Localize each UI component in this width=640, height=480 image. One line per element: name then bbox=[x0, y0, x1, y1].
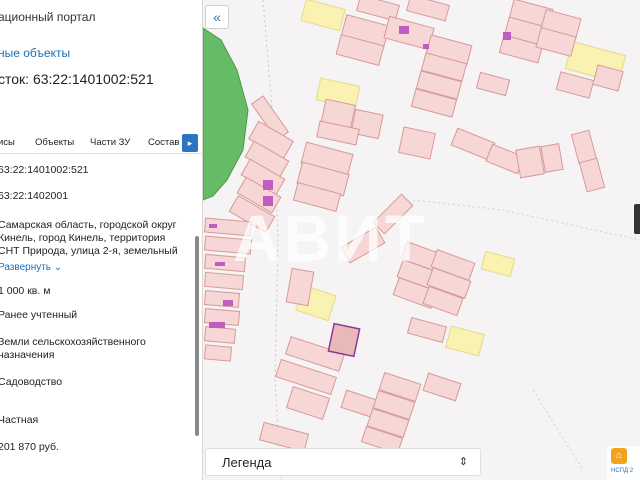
parcel bbox=[203, 290, 241, 308]
expand-link[interactable]: Развернуть ⌄ bbox=[0, 262, 62, 273]
legend-select[interactable]: Легенда ⇕ bbox=[205, 448, 481, 476]
tab-objects[interactable]: Объекты bbox=[35, 137, 74, 148]
status-value: Ранее учтенный bbox=[0, 309, 78, 321]
expand-label: Развернуть bbox=[0, 262, 52, 273]
objects-link[interactable]: ные объекты bbox=[0, 46, 70, 60]
info-panel: ационный портал ные объекты сток: 63:22:… bbox=[0, 0, 203, 480]
ownership-value: Частная bbox=[0, 414, 39, 426]
building bbox=[223, 300, 233, 306]
badge-text: НСПД 2 bbox=[611, 468, 634, 474]
cadastral-value: 201 870 руб. bbox=[0, 441, 59, 453]
address-line-1: Самарская область, городской округ bbox=[0, 219, 177, 231]
portal-title: ационный портал bbox=[0, 10, 96, 24]
tab-info[interactable]: исы bbox=[0, 137, 15, 148]
building bbox=[209, 224, 217, 228]
double-chevron-left-icon[interactable]: « bbox=[205, 5, 229, 29]
parcel-heading: сток: 63:22:1401002:521 bbox=[0, 71, 154, 87]
area-value: 1 000 кв. м bbox=[0, 285, 51, 297]
legend-label: Легенда bbox=[222, 455, 272, 470]
building bbox=[209, 322, 225, 328]
parcel bbox=[203, 326, 237, 344]
panel-scrollbar[interactable] bbox=[195, 236, 199, 436]
cadastral-quarter: 63:22:1402001 bbox=[0, 190, 69, 202]
parcel bbox=[515, 145, 545, 179]
sort-arrows-icon: ⇕ bbox=[458, 456, 468, 468]
address-line-2: Кинель, город Кинель, территория bbox=[0, 232, 166, 244]
parcel bbox=[475, 71, 511, 97]
tab-composition[interactable]: Состав bbox=[148, 137, 179, 148]
road-line bbox=[532, 389, 584, 471]
parcel bbox=[406, 317, 448, 343]
map-view[interactable]: АВИТ « Легенда ⇕ ⌂ НСПД 2 bbox=[203, 0, 640, 480]
yellow-parcel bbox=[480, 250, 516, 278]
parcel bbox=[555, 71, 595, 99]
parcel bbox=[422, 372, 462, 402]
cadastral-number: 63:22:1401002:521 bbox=[0, 164, 89, 176]
info-tabs: исы Объекты Части ЗУ Состав ▸ bbox=[0, 132, 202, 154]
parcel bbox=[540, 143, 564, 173]
building bbox=[215, 262, 225, 266]
parcel bbox=[578, 157, 606, 193]
road-line bbox=[412, 199, 640, 241]
chevron-right-icon[interactable]: ▸ bbox=[182, 134, 198, 152]
home-icon: ⌂ bbox=[611, 448, 627, 464]
parcel bbox=[398, 126, 436, 160]
category-line-1: Земли сельскохозяйственного bbox=[0, 336, 146, 348]
category-line-2: назначения bbox=[0, 349, 55, 361]
watermark: АВИТ bbox=[233, 201, 429, 275]
address-line-3: СНТ Природа, улица 2-я, земельный bbox=[0, 245, 178, 257]
nspd-badge[interactable]: ⌂ НСПД 2 bbox=[607, 446, 640, 480]
side-panel-handle[interactable] bbox=[634, 204, 640, 234]
building bbox=[503, 32, 511, 40]
parcel bbox=[405, 0, 451, 22]
building bbox=[423, 44, 429, 49]
tab-parts[interactable]: Части ЗУ bbox=[90, 137, 130, 148]
yellow-parcel bbox=[445, 325, 485, 357]
permitted-use-value: Садоводство bbox=[0, 376, 63, 388]
chevron-down-icon: ⌄ bbox=[53, 262, 63, 273]
yellow-parcel bbox=[300, 0, 346, 32]
parcel bbox=[203, 344, 233, 362]
building bbox=[263, 180, 273, 190]
building bbox=[399, 26, 409, 34]
selected-parcel bbox=[327, 322, 361, 358]
